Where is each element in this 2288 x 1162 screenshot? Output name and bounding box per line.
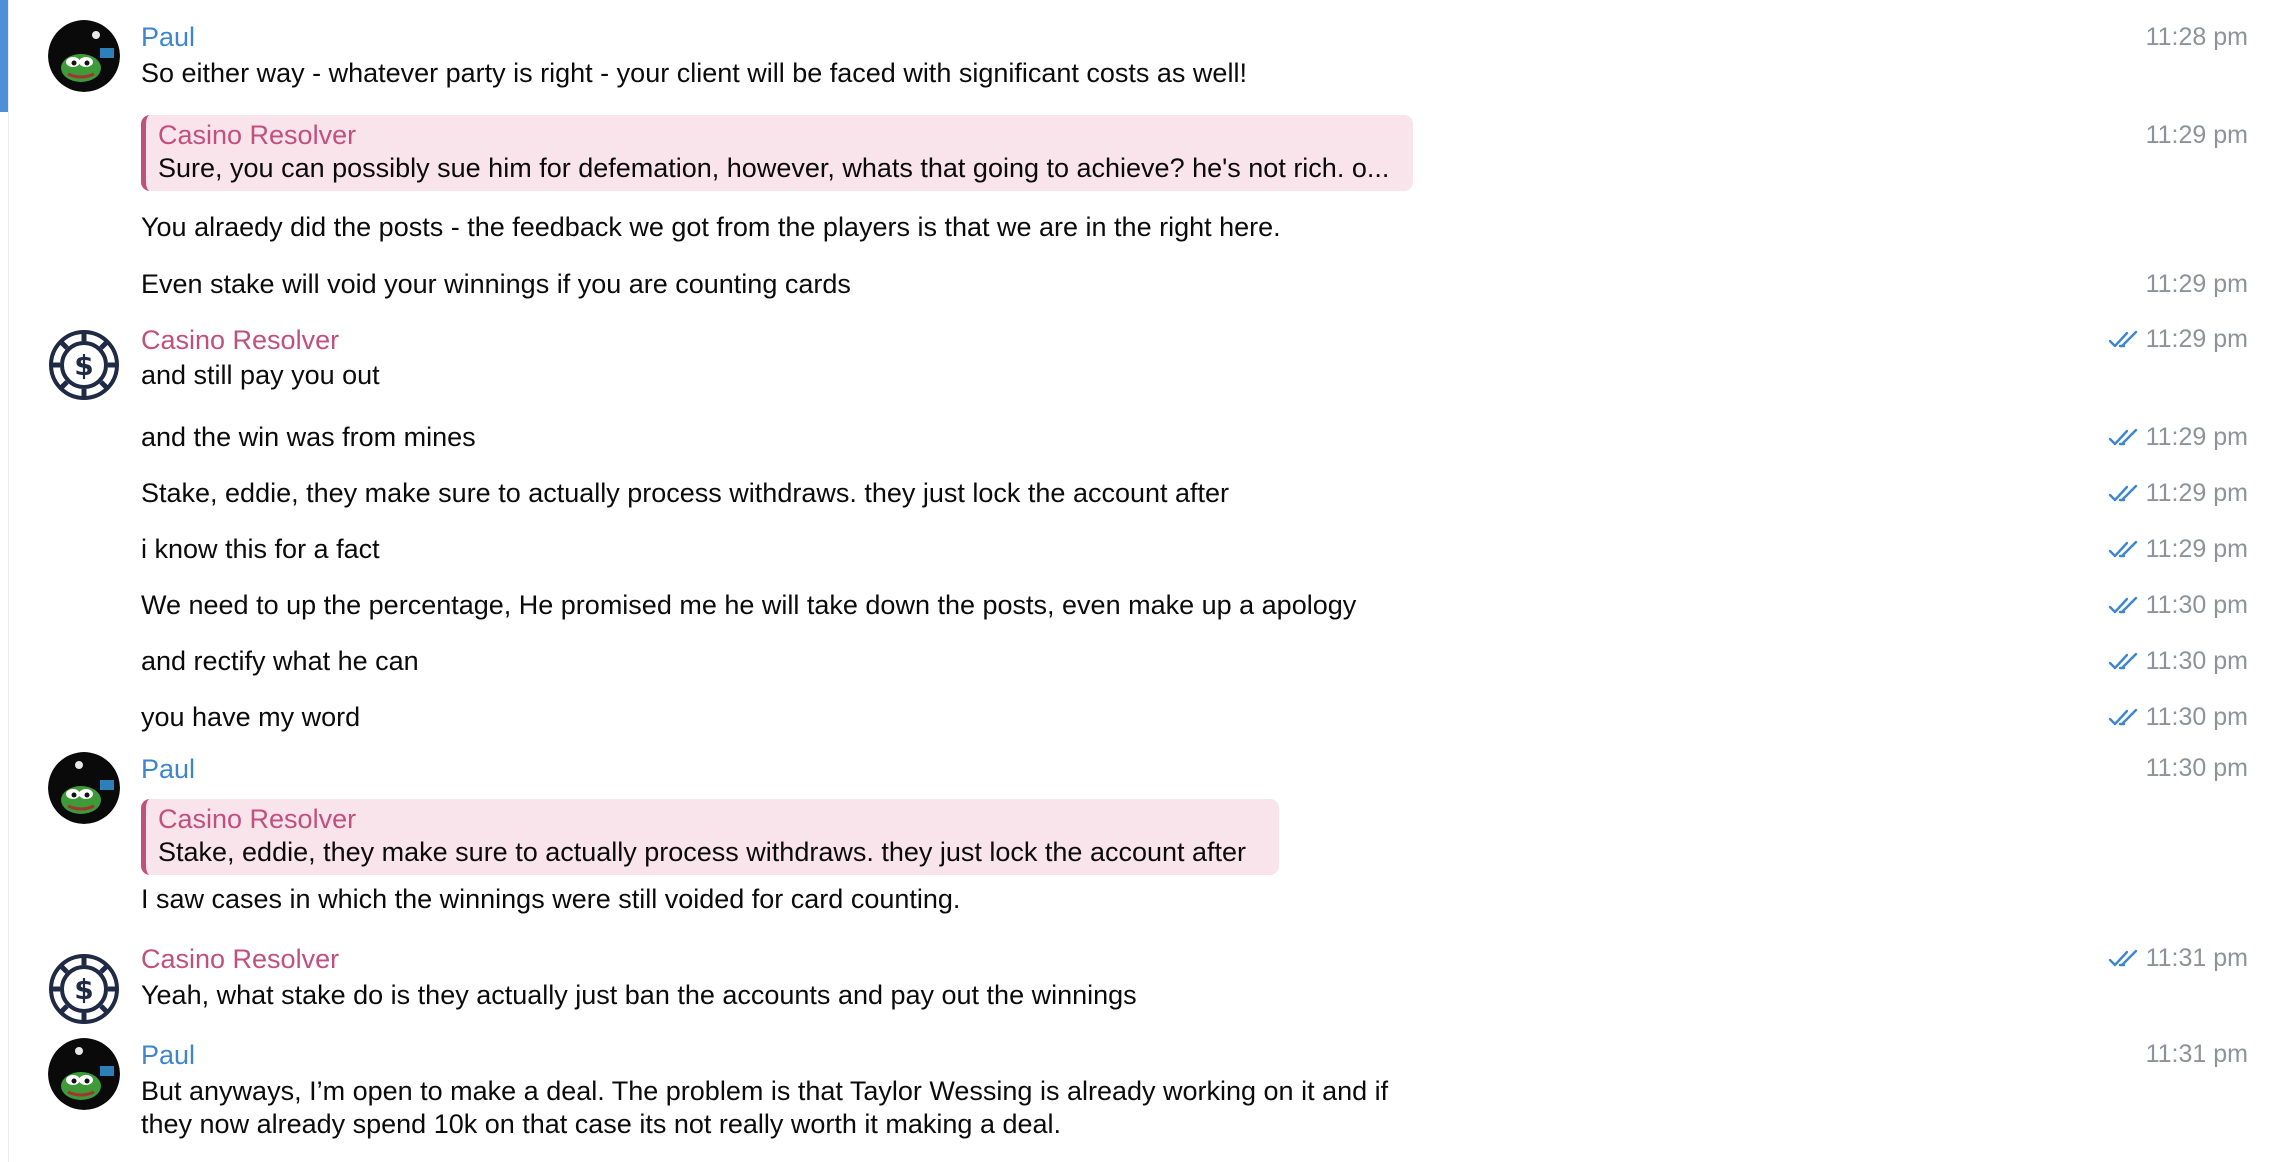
- message-time: 11:29 pm: [2145, 121, 2248, 149]
- message-item[interactable]: and the win was from mines 11:29 pm: [0, 421, 2288, 461]
- message-time: 11:31 pm: [2145, 1040, 2248, 1068]
- message-time: 11:29 pm: [2145, 479, 2248, 507]
- message-group[interactable]: Paul Casino Resolver Stake, eddie, they …: [0, 752, 2288, 922]
- message-text: and the win was from mines: [141, 422, 476, 452]
- reply-sender: Casino Resolver: [158, 804, 357, 834]
- message-item[interactable]: Even stake will void your winnings if yo…: [0, 268, 2288, 308]
- message-text: I saw cases in which the winnings were s…: [141, 884, 961, 914]
- message-text: Stake, eddie, they make sure to actually…: [141, 478, 1230, 508]
- reply-quote[interactable]: Casino Resolver Stake, eddie, they make …: [141, 799, 1279, 875]
- double-check-icon: [2108, 596, 2142, 616]
- double-check-icon: [2108, 652, 2142, 672]
- message-item[interactable]: Casino Resolver Sure, you can possibly s…: [0, 115, 2288, 195]
- message-text: So either way - whatever party is right …: [141, 58, 1247, 88]
- message-text: and rectify what he can: [141, 646, 419, 676]
- message-item[interactable]: You alraedy did the posts - the feedback…: [0, 211, 2288, 251]
- message-text: Yeah, what stake do is they actually jus…: [141, 980, 1137, 1010]
- message-time-read: 11:29 pm: [2108, 477, 2248, 510]
- pepe-frog-avatar[interactable]: [48, 1038, 120, 1110]
- sender-name[interactable]: Paul: [141, 1038, 195, 1072]
- double-check-icon: [2108, 330, 2142, 350]
- message-text: But anyways, I’m open to make a deal. Th…: [141, 1076, 1389, 1139]
- message-item[interactable]: i know this for a fact 11:29 pm: [0, 533, 2288, 573]
- message-text: you have my word: [141, 702, 361, 732]
- message-time: 11:30 pm: [2145, 754, 2248, 782]
- svg-text:$: $: [74, 349, 93, 382]
- message-time: 11:29 pm: [2145, 423, 2248, 451]
- pepe-frog-avatar[interactable]: [48, 20, 120, 92]
- casino-chip-dollar-icon[interactable]: $: [48, 953, 120, 1025]
- message-text: We need to up the percentage, He promise…: [141, 590, 1357, 620]
- message-time: 11:29 pm: [2145, 325, 2248, 353]
- message-time: 11:30 pm: [2145, 591, 2248, 619]
- message-group[interactable]: Paul So either way - whatever party is r…: [0, 0, 2288, 110]
- svg-text:$: $: [74, 973, 93, 1006]
- double-check-icon: [2108, 428, 2142, 448]
- casino-chip-dollar-icon[interactable]: $: [48, 329, 120, 401]
- double-check-icon: [2108, 484, 2142, 504]
- message-text: You alraedy did the posts - the feedback…: [141, 212, 1281, 242]
- message-time-read: 11:30 pm: [2108, 701, 2248, 734]
- message-time-read: 11:29 pm: [2108, 533, 2248, 566]
- reply-text: Sure, you can possibly sue him for defem…: [158, 153, 1390, 183]
- message-text: and still pay you out: [141, 360, 380, 390]
- reply-quote[interactable]: Casino Resolver Sure, you can possibly s…: [141, 115, 1413, 191]
- double-check-icon: [2108, 708, 2142, 728]
- sender-name[interactable]: Paul: [141, 20, 195, 54]
- sender-name[interactable]: Paul: [141, 752, 195, 786]
- message-time-read: 11:29 pm: [2108, 421, 2248, 454]
- double-check-icon: [2108, 949, 2142, 969]
- pepe-frog-avatar[interactable]: [48, 752, 120, 824]
- message-time-read: 11:30 pm: [2108, 589, 2248, 622]
- message-time: 11:30 pm: [2145, 703, 2248, 731]
- sender-name[interactable]: Casino Resolver: [141, 942, 339, 976]
- message-item[interactable]: We need to up the percentage, He promise…: [0, 589, 2288, 629]
- message-text: i know this for a fact: [141, 534, 380, 564]
- message-time-read: 11:29 pm: [2108, 323, 2248, 356]
- message-item[interactable]: you have my word 11:30 pm: [0, 701, 2288, 741]
- reply-text: Stake, eddie, they make sure to actually…: [158, 837, 1247, 867]
- double-check-icon: [2108, 540, 2142, 560]
- message-time: 11:30 pm: [2145, 647, 2248, 675]
- message-group[interactable]: $ Casino Resolver and still pay you out …: [0, 318, 2288, 401]
- message-item[interactable]: and rectify what he can 11:30 pm: [0, 645, 2288, 685]
- chat-history[interactable]: Paul So either way - whatever party is r…: [0, 0, 2288, 1162]
- message-time: 11:28 pm: [2145, 23, 2248, 51]
- message-text: Even stake will void your winnings if yo…: [141, 269, 851, 299]
- message-time: 11:31 pm: [2145, 944, 2248, 972]
- message-group[interactable]: Paul But anyways, I’m open to make a dea…: [0, 1038, 2288, 1162]
- message-time-read: 11:30 pm: [2108, 645, 2248, 678]
- sender-name[interactable]: Casino Resolver: [141, 323, 339, 357]
- message-time: 11:29 pm: [2145, 535, 2248, 563]
- message-group[interactable]: $ Casino Resolver Yeah, what stake do is…: [0, 942, 2288, 1025]
- message-item[interactable]: Stake, eddie, they make sure to actually…: [0, 477, 2288, 517]
- message-time-read: 11:31 pm: [2108, 942, 2248, 975]
- message-time: 11:29 pm: [2145, 270, 2248, 298]
- reply-sender: Casino Resolver: [158, 120, 357, 150]
